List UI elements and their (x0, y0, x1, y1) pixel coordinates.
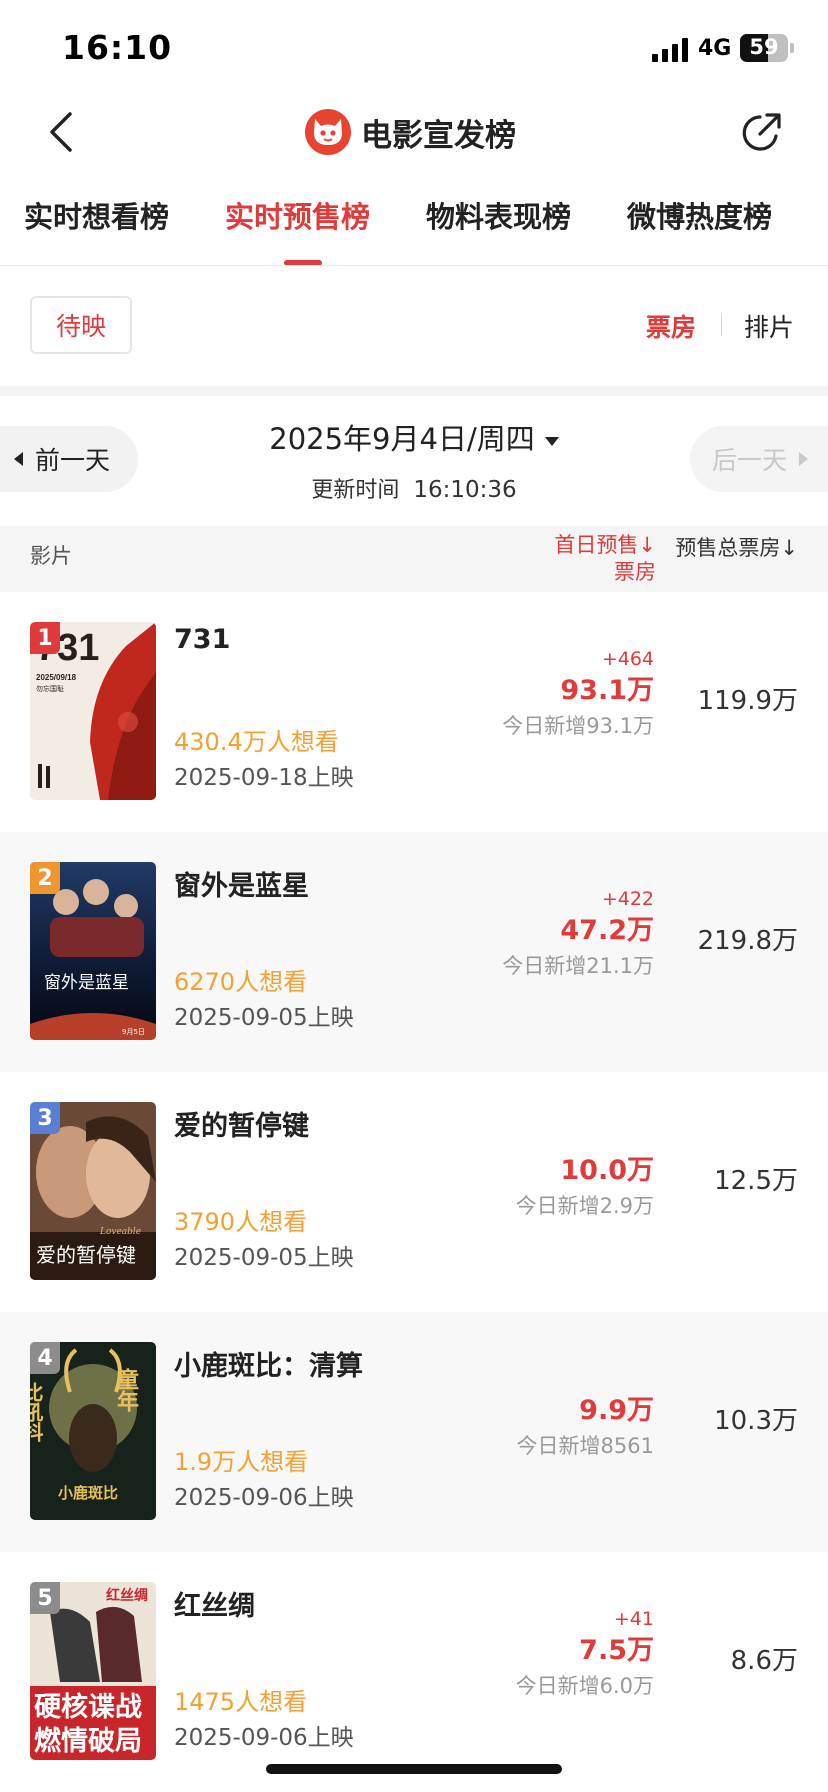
today-increase: 今日新增93.1万 (502, 714, 654, 738)
column-header-first-day-line2: 票房 (614, 560, 656, 584)
release-date: 2025-09-05上映 (174, 1245, 354, 1271)
rank-badge: 3 (30, 1102, 60, 1134)
release-date: 2025-09-18上映 (174, 765, 354, 791)
page-title: 电影宣发榜 (361, 117, 516, 154)
tab-presale[interactable]: 实时预售榜 (225, 194, 370, 236)
today-increase: 今日新增6.0万 (515, 1674, 654, 1698)
total-presale: 119.9万 (697, 686, 798, 716)
poster-line1-text: 硬核谍战 (34, 1691, 142, 1723)
nav-bar: 电影宣发榜 (0, 96, 828, 168)
chevron-left-icon (50, 112, 72, 152)
poster-title-text: 爱的暂停键 (36, 1243, 136, 1267)
table-row[interactable]: 童年 比吼抖 小鹿斑比 4 小鹿斑比：清算 1.9万人想看 2025-09-06… (0, 1312, 828, 1552)
back-button[interactable] (40, 106, 88, 158)
rank-badge: 1 (30, 622, 60, 654)
status-filter-button[interactable]: 待映 (30, 296, 132, 354)
status-time: 16:10 (62, 28, 173, 67)
update-time: 16:10:36 (413, 477, 517, 503)
today-increase: 今日新增2.9万 (515, 1194, 654, 1218)
next-day-label: 后一天 (712, 446, 788, 475)
poster-title-text: 红丝绸 (106, 1587, 148, 1604)
total-presale: 219.8万 (697, 926, 798, 956)
want-count: 1.9万人想看 (174, 1448, 309, 1476)
cat-logo-icon (305, 109, 351, 155)
battery-tip (790, 43, 794, 53)
poster-date-text: 9月5日 (122, 1028, 145, 1036)
want-count: 6270人想看 (174, 968, 308, 996)
total-presale: 8.6万 (730, 1646, 798, 1676)
poster-line2-text: 燃情破局 (34, 1726, 142, 1757)
ranking-tabs: 实时想看榜 实时预售榜 物料表现榜 微博热度榜 (0, 194, 828, 266)
total-presale: 12.5万 (714, 1166, 798, 1196)
boxoffice-toggle[interactable]: 票房 (646, 308, 696, 344)
release-date: 2025-09-06上映 (174, 1725, 354, 1751)
network-type: 4G (698, 36, 732, 61)
poster-top-text: 童年 (113, 1367, 139, 1412)
poster-side-text: 比吼抖 (30, 1382, 44, 1442)
table-row[interactable]: 窗外是蓝星 9月5日 2 窗外是蓝星 6270人想看 2025-09-05上映 … (0, 832, 828, 1072)
table-row[interactable]: 红丝绸 硬核谍战 燃情破局 5 红丝绸 1475人想看 2025-09-06上映… (0, 1552, 828, 1792)
column-header-total[interactable]: 预售总票房↓ (675, 532, 798, 562)
film-title: 窗外是蓝星 (174, 871, 309, 902)
poster-title-text: 小鹿斑比 (58, 1484, 118, 1502)
total-presale: 10.3万 (714, 1406, 798, 1436)
today-increase: 今日新增8561 (516, 1434, 654, 1458)
tab-weibo[interactable]: 微博热度榜 (627, 194, 772, 236)
want-count: 430.4万人想看 (174, 728, 339, 756)
tab-want-to-see[interactable]: 实时想看榜 (24, 194, 169, 236)
share-button[interactable] (738, 108, 786, 156)
film-title: 红丝绸 (174, 1591, 255, 1622)
update-label: 更新时间 (311, 478, 400, 503)
table-row[interactable]: 爱的暂停键 Loveable 3 爱的暂停键 3790人想看 2025-09-0… (0, 1072, 828, 1312)
presale-delta: +41 (613, 1608, 654, 1630)
next-day-button[interactable]: 后一天 (690, 426, 828, 492)
first-day-presale: 93.1万 (560, 675, 654, 706)
presale-delta: +464 (601, 648, 654, 670)
share-icon (742, 113, 781, 151)
want-count: 3790人想看 (174, 1208, 308, 1236)
schedule-toggle[interactable]: 排片 (744, 308, 794, 344)
table-header: 影片 首日预售↓ 票房 预售总票房↓ (0, 526, 828, 592)
poster-date-text: 2025/09/18 (36, 673, 77, 682)
date-text: 2025年9月4日/周四 (269, 422, 535, 456)
tab-material[interactable]: 物料表现榜 (426, 194, 571, 236)
rank-badge: 5 (30, 1582, 60, 1614)
rank-badge: 4 (30, 1342, 60, 1374)
date-bar: 前一天 2025年9月4日/周四 更新时间 16:10:36 后一天 (0, 396, 828, 526)
film-title: 731 (174, 624, 231, 655)
column-header-film: 影片 (30, 544, 72, 568)
battery-icon: 59 (740, 34, 788, 62)
battery-percent: 59 (749, 35, 779, 59)
table-row[interactable]: 731 2025/09/18 勿忘国耻 1 731 430.4万人想看 2025… (0, 592, 828, 832)
caret-down-icon (544, 436, 559, 446)
poster-title-text: 窗外是蓝星 (44, 973, 129, 993)
caret-right-icon (799, 452, 809, 466)
poster-sub-text: 勿忘国耻 (36, 684, 64, 693)
want-count: 1475人想看 (174, 1688, 308, 1716)
film-title: 爱的暂停键 (174, 1111, 309, 1142)
section-gap (0, 386, 828, 396)
rank-badge: 2 (30, 862, 60, 894)
film-title: 小鹿斑比：清算 (174, 1351, 363, 1382)
divider (721, 314, 722, 336)
home-indicator (266, 1764, 562, 1774)
release-date: 2025-09-06上映 (174, 1485, 354, 1511)
release-date: 2025-09-05上映 (174, 1005, 354, 1031)
nav-title-group: 电影宣发榜 (305, 108, 516, 156)
column-header-first-day-line1: 首日预售↓ (554, 533, 656, 557)
first-day-presale: 7.5万 (579, 1635, 654, 1666)
first-day-presale: 9.9万 (579, 1395, 654, 1426)
status-bar: 16:10 4G 59 (0, 0, 828, 96)
first-day-presale: 10.0万 (560, 1155, 654, 1186)
filter-row: 待映 票房 排片 (0, 266, 828, 386)
poster-en-text: Loveable (99, 1227, 141, 1237)
signal-icon (652, 38, 690, 62)
today-increase: 今日新增21.1万 (502, 954, 654, 978)
column-header-first-day[interactable]: 首日预售↓ 票房 (554, 532, 656, 586)
first-day-presale: 47.2万 (560, 915, 654, 946)
presale-delta: +422 (601, 888, 654, 910)
